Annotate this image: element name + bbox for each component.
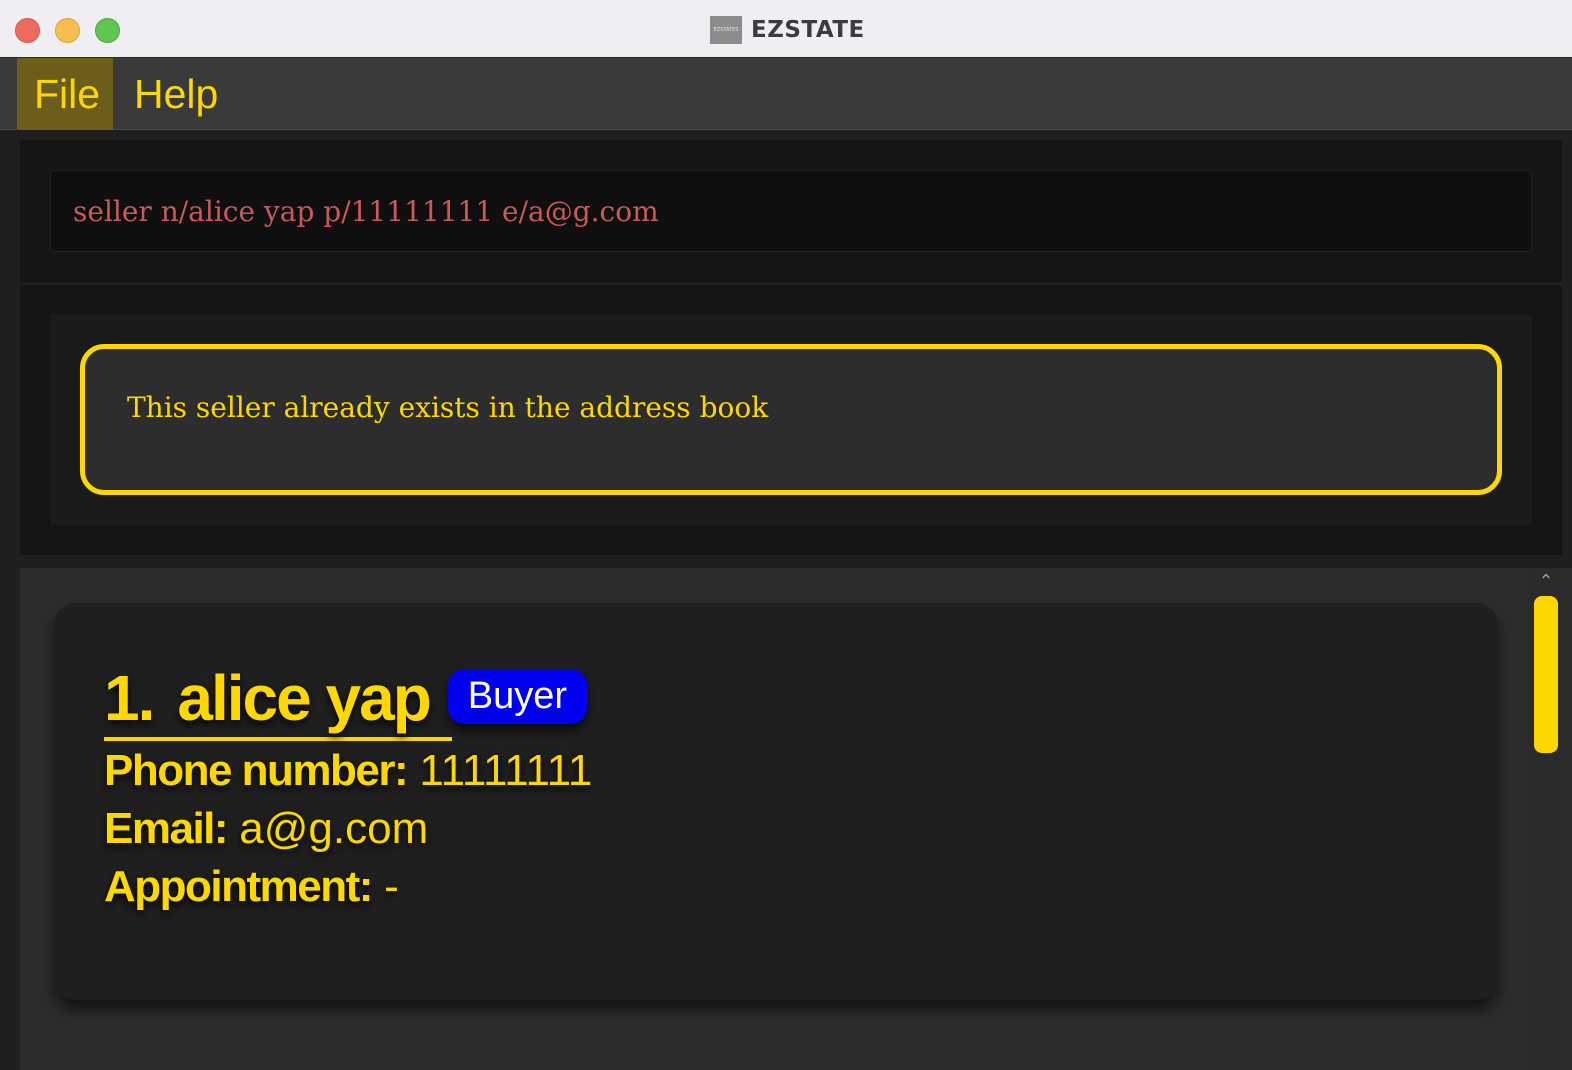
email-value: a@g.com bbox=[239, 804, 429, 853]
scrollbar-thumb[interactable] bbox=[1534, 596, 1558, 753]
person-card[interactable]: 1. alice yap Buyer Phone number: 1111111… bbox=[54, 603, 1498, 1000]
menu-bar: File Help bbox=[0, 58, 1572, 130]
result-display-container: This seller already exists in the addres… bbox=[50, 314, 1532, 525]
person-email-row: Email: a@g.com bbox=[104, 804, 428, 854]
person-name-group: 1. alice yap bbox=[104, 661, 452, 741]
person-index: 1. bbox=[104, 662, 155, 734]
person-name: alice yap bbox=[177, 662, 431, 734]
person-card-header: 1. alice yap Buyer bbox=[104, 661, 588, 741]
window-title-group: EZSTATES EZSTATE bbox=[710, 14, 865, 46]
app-window: EZSTATES EZSTATE File Help seller n/alic… bbox=[0, 0, 1572, 1070]
command-input[interactable]: seller n/alice yap p/11111111 e/a@g.com bbox=[50, 170, 1532, 252]
close-window-button[interactable] bbox=[15, 18, 40, 43]
app-logo-icon: EZSTATES bbox=[710, 16, 742, 44]
email-label: Email: bbox=[104, 804, 229, 853]
menu-help[interactable]: Help bbox=[117, 58, 235, 130]
appointment-label: Appointment: bbox=[104, 862, 373, 911]
main-content: seller n/alice yap p/11111111 e/a@g.com … bbox=[0, 130, 1572, 1070]
person-tag-badge: Buyer bbox=[447, 668, 588, 724]
scroll-up-arrow-icon[interactable]: ⌃ bbox=[1534, 572, 1558, 592]
person-phone-row: Phone number: 11111111 bbox=[104, 746, 592, 796]
person-appointment-row: Appointment: - bbox=[104, 862, 399, 912]
window-title: EZSTATE bbox=[751, 17, 865, 43]
result-message: This seller already exists in the addres… bbox=[127, 391, 769, 424]
command-panel: seller n/alice yap p/11111111 e/a@g.com bbox=[20, 140, 1562, 282]
person-list[interactable]: 1. alice yap Buyer Phone number: 1111111… bbox=[20, 568, 1572, 1070]
phone-value: 11111111 bbox=[419, 746, 593, 795]
maximize-window-button[interactable] bbox=[95, 18, 120, 43]
minimize-window-button[interactable] bbox=[55, 18, 80, 43]
result-panel: This seller already exists in the addres… bbox=[20, 285, 1562, 555]
result-display[interactable]: This seller already exists in the addres… bbox=[80, 344, 1502, 495]
phone-label: Phone number: bbox=[104, 746, 409, 795]
menu-file[interactable]: File bbox=[17, 58, 113, 130]
appointment-value: - bbox=[384, 862, 399, 911]
title-bar[interactable]: EZSTATES EZSTATE bbox=[0, 0, 1572, 58]
